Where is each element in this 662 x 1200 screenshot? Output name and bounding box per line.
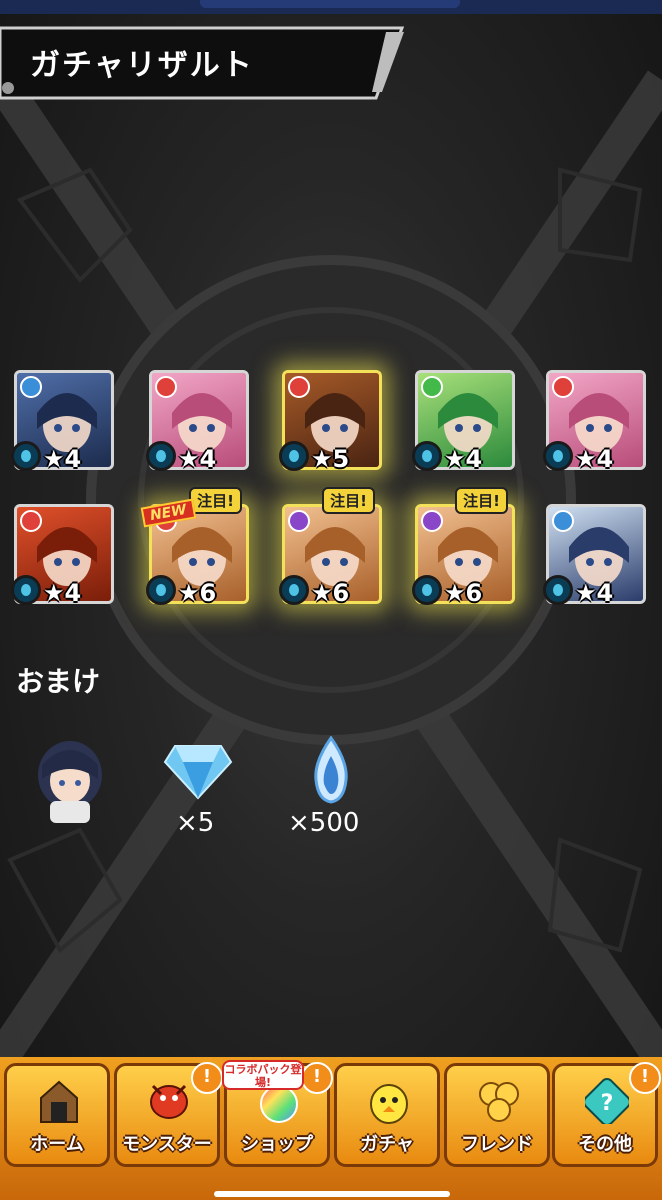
luck-slot-icon	[279, 575, 309, 605]
balloons-icon	[477, 1078, 521, 1124]
orb-count: ×500	[288, 808, 360, 838]
featured-tag: 注目!	[322, 487, 375, 514]
svg-text:?: ?	[601, 1091, 614, 1116]
result-card[interactable]: ★4	[146, 370, 249, 473]
dark-element-icon	[421, 510, 443, 532]
nav-button-label: ホーム	[30, 1134, 84, 1155]
result-card[interactable]: ★4	[543, 504, 646, 607]
featured-tag: 注目!	[189, 487, 242, 514]
wood-element-icon	[421, 376, 443, 398]
bonus-heading: おまけ	[16, 665, 101, 698]
result-card[interactable]: ★4	[11, 504, 114, 607]
water-element-icon	[20, 376, 42, 398]
luck-slot-icon	[146, 575, 176, 605]
result-card[interactable]: ★4	[543, 370, 646, 473]
result-card[interactable]: ★6 注目!	[279, 487, 382, 607]
luck-slot-icon	[11, 575, 41, 605]
nav-button-label: モンスター	[122, 1134, 212, 1155]
nav-button-label: フレンド	[461, 1134, 533, 1155]
water-element-icon	[552, 510, 574, 532]
rarity-stars: ★6	[178, 579, 217, 607]
chick-icon	[367, 1078, 411, 1124]
nav-button[interactable]: ホーム	[4, 1063, 110, 1167]
page-title: ガチャリザルト	[30, 48, 254, 83]
dragon-icon	[147, 1078, 191, 1124]
fire-element-icon	[20, 510, 42, 532]
nav-button[interactable]: フレンド	[444, 1063, 550, 1167]
notification-badge: !	[301, 1062, 333, 1094]
rarity-stars: ★4	[575, 445, 614, 473]
luck-slot-icon	[11, 441, 41, 471]
luck-slot-icon	[543, 575, 573, 605]
nav-button-label: ガチャ	[360, 1134, 414, 1155]
luck-slot-icon	[412, 575, 442, 605]
character-avatar-icon	[38, 741, 102, 823]
fire-element-icon	[155, 376, 177, 398]
fire-element-icon	[288, 376, 310, 398]
diamond-gem-icon	[163, 745, 233, 800]
rarity-stars: ★4	[43, 445, 82, 473]
luck-slot-icon	[146, 441, 176, 471]
nav-button[interactable]: モンスター!	[114, 1062, 223, 1167]
result-card[interactable]: ★6 注目! NEW	[140, 487, 249, 607]
notification-badge: !	[629, 1062, 661, 1094]
result-card[interactable]: ★4	[11, 370, 114, 473]
luck-slot-icon	[543, 441, 573, 471]
result-card[interactable]: ★6 注目!	[412, 487, 515, 607]
nav-button[interactable]: ガチャ	[334, 1063, 440, 1167]
rarity-stars: ★4	[43, 579, 82, 607]
spirit-orb-icon	[314, 736, 348, 804]
luck-slot-icon	[279, 441, 309, 471]
question-icon: ?	[583, 1078, 631, 1126]
rarity-stars: ★4	[444, 445, 483, 473]
nav-button-label: その他	[578, 1134, 632, 1155]
featured-tag: 注目!	[455, 487, 508, 514]
result-card[interactable]: ★5	[279, 370, 382, 473]
gem-count: ×5	[176, 808, 215, 838]
home-gate-icon	[37, 1078, 81, 1124]
rarity-stars: ★4	[575, 579, 614, 607]
rarity-stars: ★6	[311, 579, 350, 607]
status-strip	[0, 0, 662, 14]
rarity-stars: ★4	[178, 445, 217, 473]
collab-notice-badge: コラボパック登場!	[222, 1060, 304, 1090]
nav-button[interactable]: ? その他!	[552, 1062, 661, 1167]
luck-slot-icon	[412, 441, 442, 471]
result-card[interactable]: ★4	[412, 370, 515, 473]
rarity-stars: ★6	[444, 579, 483, 607]
bottom-navigation: ホーム モンスター! ショップ! ガチャ フレンド? その他!	[0, 1057, 662, 1200]
dark-element-icon	[288, 510, 310, 532]
nav-button-label: ショップ	[241, 1134, 313, 1155]
home-indicator	[214, 1191, 450, 1197]
fire-element-icon	[552, 376, 574, 398]
notification-badge: !	[191, 1062, 223, 1094]
rarity-stars: ★5	[311, 445, 350, 473]
